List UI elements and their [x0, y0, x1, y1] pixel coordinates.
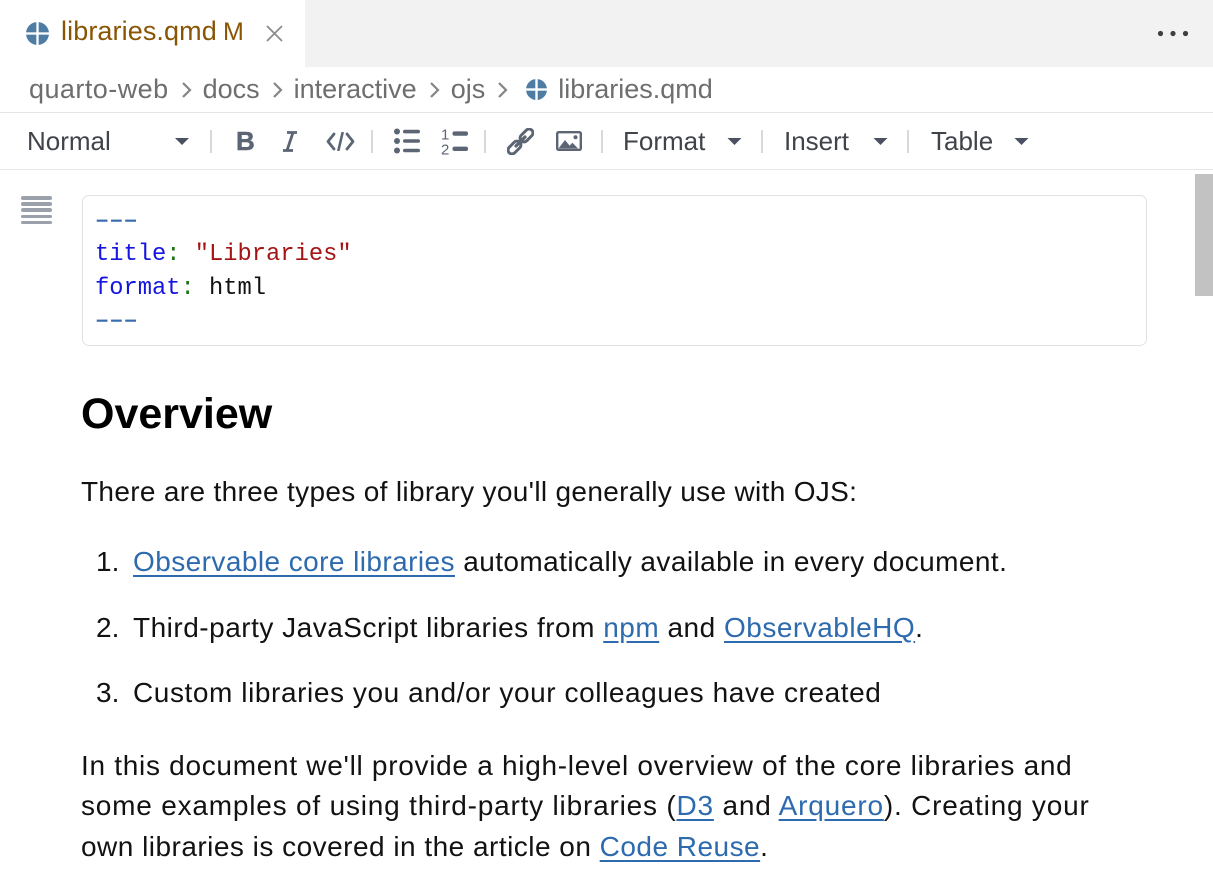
- svg-text:2: 2: [441, 141, 449, 155]
